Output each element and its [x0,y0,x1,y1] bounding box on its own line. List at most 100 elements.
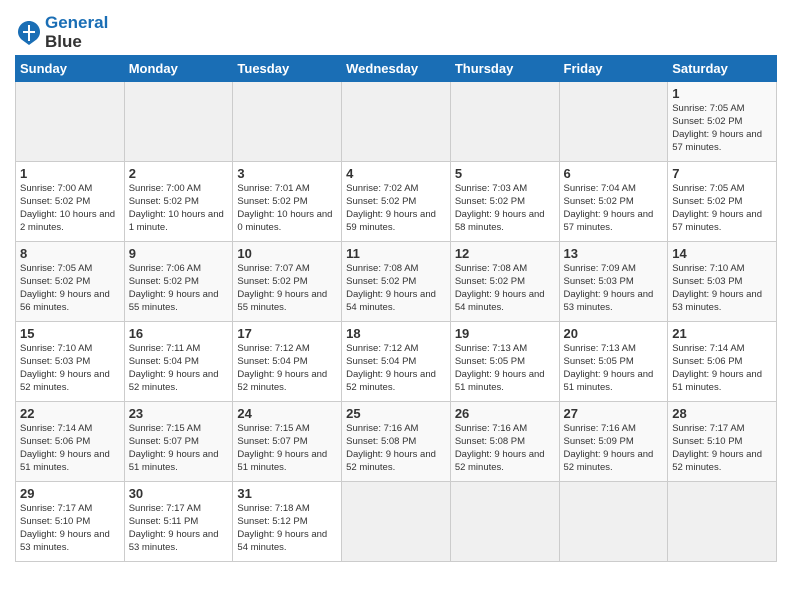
day-number: 7 [672,166,772,181]
day-number: 21 [672,326,772,341]
calendar-cell [668,482,777,562]
day-number: 3 [237,166,337,181]
day-info: Sunrise: 7:17 AM Sunset: 5:11 PM Dayligh… [129,503,229,554]
day-number: 17 [237,326,337,341]
day-number: 15 [20,326,120,341]
week-row-3: 8 Sunrise: 7:05 AM Sunset: 5:02 PM Dayli… [16,242,777,322]
day-number: 4 [346,166,446,181]
day-info: Sunrise: 7:11 AM Sunset: 5:04 PM Dayligh… [129,343,229,394]
calendar-cell: 13 Sunrise: 7:09 AM Sunset: 5:03 PM Dayl… [559,242,668,322]
day-info: Sunrise: 7:04 AM Sunset: 5:02 PM Dayligh… [564,183,664,234]
day-info: Sunrise: 7:14 AM Sunset: 5:06 PM Dayligh… [672,343,772,394]
calendar-cell: 16 Sunrise: 7:11 AM Sunset: 5:04 PM Dayl… [124,322,233,402]
day-number: 20 [564,326,664,341]
calendar-cell: 21 Sunrise: 7:14 AM Sunset: 5:06 PM Dayl… [668,322,777,402]
week-row-6: 29 Sunrise: 7:17 AM Sunset: 5:10 PM Dayl… [16,482,777,562]
calendar-cell: 31 Sunrise: 7:18 AM Sunset: 5:12 PM Dayl… [233,482,342,562]
calendar-table: SundayMondayTuesdayWednesdayThursdayFrid… [15,55,777,562]
calendar-cell: 11 Sunrise: 7:08 AM Sunset: 5:02 PM Dayl… [342,242,451,322]
day-info: Sunrise: 7:09 AM Sunset: 5:03 PM Dayligh… [564,263,664,314]
day-info: Sunrise: 7:10 AM Sunset: 5:03 PM Dayligh… [20,343,120,394]
calendar-cell: 25 Sunrise: 7:16 AM Sunset: 5:08 PM Dayl… [342,402,451,482]
column-header-friday: Friday [559,56,668,82]
day-info: Sunrise: 7:05 AM Sunset: 5:02 PM Dayligh… [20,263,120,314]
calendar-cell [450,482,559,562]
day-number: 16 [129,326,229,341]
calendar-cell: 26 Sunrise: 7:16 AM Sunset: 5:08 PM Dayl… [450,402,559,482]
day-number: 26 [455,406,555,421]
calendar-cell [342,482,451,562]
page-container: General Blue SundayMondayTuesdayWednesda… [0,0,792,572]
calendar-cell: 17 Sunrise: 7:12 AM Sunset: 5:04 PM Dayl… [233,322,342,402]
calendar-cell: 18 Sunrise: 7:12 AM Sunset: 5:04 PM Dayl… [342,322,451,402]
calendar-cell: 7 Sunrise: 7:05 AM Sunset: 5:02 PM Dayli… [668,162,777,242]
calendar-cell: 14 Sunrise: 7:10 AM Sunset: 5:03 PM Dayl… [668,242,777,322]
calendar-cell: 23 Sunrise: 7:15 AM Sunset: 5:07 PM Dayl… [124,402,233,482]
calendar-cell [233,82,342,162]
calendar-cell [559,482,668,562]
header: General Blue [15,10,777,51]
day-number: 2 [129,166,229,181]
week-row-2: 1 Sunrise: 7:00 AM Sunset: 5:02 PM Dayli… [16,162,777,242]
column-header-tuesday: Tuesday [233,56,342,82]
day-info: Sunrise: 7:03 AM Sunset: 5:02 PM Dayligh… [455,183,555,234]
day-number: 12 [455,246,555,261]
column-header-wednesday: Wednesday [342,56,451,82]
day-info: Sunrise: 7:07 AM Sunset: 5:02 PM Dayligh… [237,263,337,314]
day-number: 23 [129,406,229,421]
column-header-sunday: Sunday [16,56,125,82]
day-info: Sunrise: 7:13 AM Sunset: 5:05 PM Dayligh… [564,343,664,394]
calendar-cell: 27 Sunrise: 7:16 AM Sunset: 5:09 PM Dayl… [559,402,668,482]
day-number: 8 [20,246,120,261]
calendar-cell: 9 Sunrise: 7:06 AM Sunset: 5:02 PM Dayli… [124,242,233,322]
day-info: Sunrise: 7:16 AM Sunset: 5:08 PM Dayligh… [455,423,555,474]
day-number: 1 [20,166,120,181]
day-number: 1 [672,86,772,101]
day-number: 31 [237,486,337,501]
calendar-cell [16,82,125,162]
calendar-cell [124,82,233,162]
column-header-saturday: Saturday [668,56,777,82]
day-number: 24 [237,406,337,421]
day-info: Sunrise: 7:17 AM Sunset: 5:10 PM Dayligh… [672,423,772,474]
day-info: Sunrise: 7:01 AM Sunset: 5:02 PM Dayligh… [237,183,337,234]
day-number: 28 [672,406,772,421]
day-number: 25 [346,406,446,421]
calendar-cell: 1 Sunrise: 7:00 AM Sunset: 5:02 PM Dayli… [16,162,125,242]
day-number: 11 [346,246,446,261]
day-number: 14 [672,246,772,261]
logo-icon [15,19,43,47]
calendar-cell: 12 Sunrise: 7:08 AM Sunset: 5:02 PM Dayl… [450,242,559,322]
day-info: Sunrise: 7:00 AM Sunset: 5:02 PM Dayligh… [20,183,120,234]
calendar-cell [342,82,451,162]
calendar-header-row: SundayMondayTuesdayWednesdayThursdayFrid… [16,56,777,82]
calendar-cell: 8 Sunrise: 7:05 AM Sunset: 5:02 PM Dayli… [16,242,125,322]
day-number: 13 [564,246,664,261]
calendar-cell: 24 Sunrise: 7:15 AM Sunset: 5:07 PM Dayl… [233,402,342,482]
day-number: 6 [564,166,664,181]
calendar-cell: 30 Sunrise: 7:17 AM Sunset: 5:11 PM Dayl… [124,482,233,562]
calendar-cell: 15 Sunrise: 7:10 AM Sunset: 5:03 PM Dayl… [16,322,125,402]
week-row-1: 1 Sunrise: 7:05 AM Sunset: 5:02 PM Dayli… [16,82,777,162]
day-info: Sunrise: 7:02 AM Sunset: 5:02 PM Dayligh… [346,183,446,234]
calendar-cell [450,82,559,162]
day-number: 22 [20,406,120,421]
calendar-cell: 1 Sunrise: 7:05 AM Sunset: 5:02 PM Dayli… [668,82,777,162]
logo-text: General Blue [45,14,108,51]
day-number: 18 [346,326,446,341]
column-header-monday: Monday [124,56,233,82]
day-number: 10 [237,246,337,261]
calendar-cell: 4 Sunrise: 7:02 AM Sunset: 5:02 PM Dayli… [342,162,451,242]
day-info: Sunrise: 7:15 AM Sunset: 5:07 PM Dayligh… [237,423,337,474]
calendar-cell: 2 Sunrise: 7:00 AM Sunset: 5:02 PM Dayli… [124,162,233,242]
calendar-cell: 6 Sunrise: 7:04 AM Sunset: 5:02 PM Dayli… [559,162,668,242]
day-number: 29 [20,486,120,501]
day-info: Sunrise: 7:06 AM Sunset: 5:02 PM Dayligh… [129,263,229,314]
day-info: Sunrise: 7:15 AM Sunset: 5:07 PM Dayligh… [129,423,229,474]
calendar-cell: 19 Sunrise: 7:13 AM Sunset: 5:05 PM Dayl… [450,322,559,402]
calendar-cell: 5 Sunrise: 7:03 AM Sunset: 5:02 PM Dayli… [450,162,559,242]
calendar-cell: 22 Sunrise: 7:14 AM Sunset: 5:06 PM Dayl… [16,402,125,482]
calendar-cell [559,82,668,162]
day-info: Sunrise: 7:05 AM Sunset: 5:02 PM Dayligh… [672,183,772,234]
day-number: 27 [564,406,664,421]
